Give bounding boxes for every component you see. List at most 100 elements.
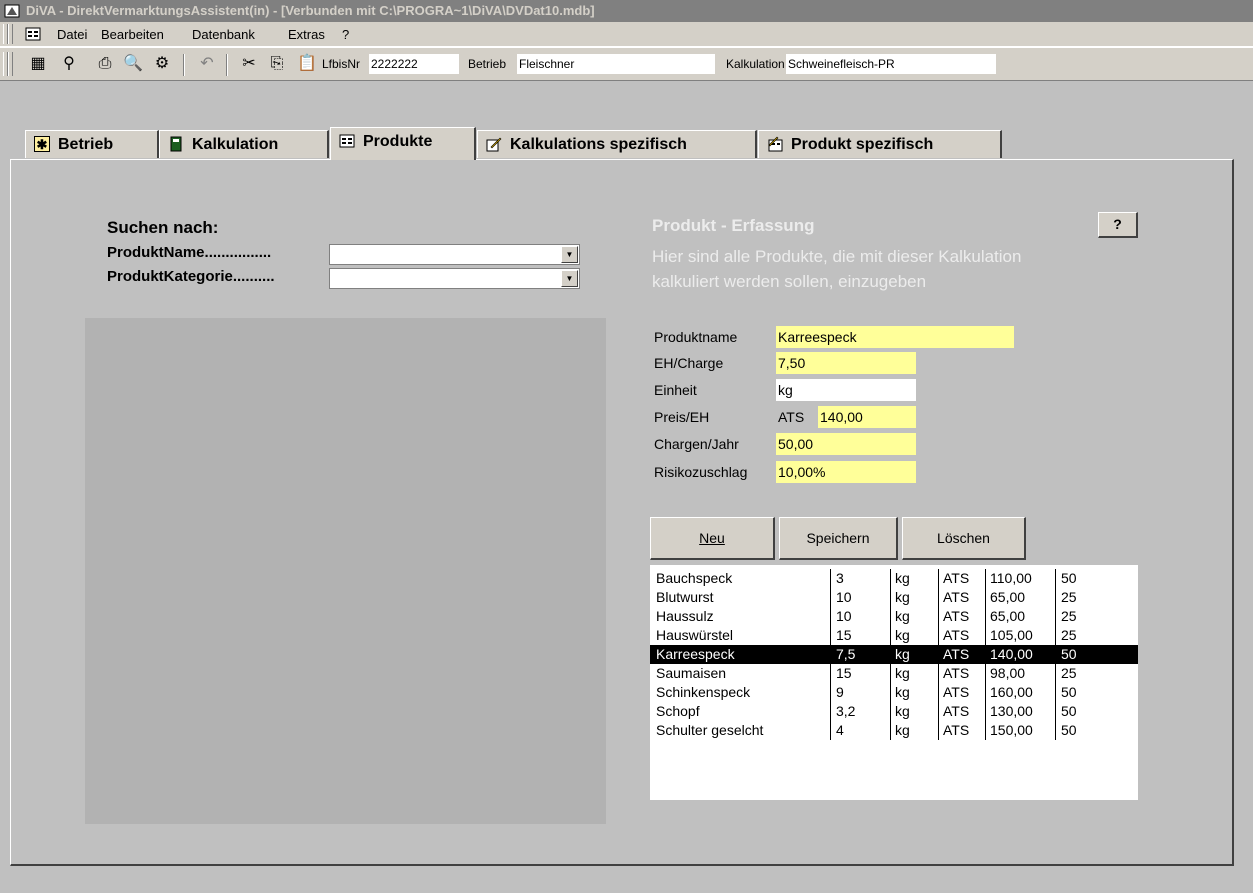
product-batches-cell: 50	[1061, 646, 1077, 662]
window-title: DiVA - DirektVermarktungsAssistent(in) -…	[26, 3, 595, 18]
product-batches-cell: 25	[1061, 627, 1077, 643]
list-item[interactable]: Haussulz 10 kg ATS 65,00 25	[650, 607, 1138, 626]
preis-eh-label: Preis/EH	[654, 409, 710, 425]
undo-icon[interactable]: ↶	[198, 55, 216, 73]
product-qty-cell: 10	[836, 589, 852, 605]
print-icon[interactable]: ⎙	[96, 55, 114, 73]
lfbisnr-field[interactable]: 2222222	[369, 54, 459, 74]
form-description-line2: kalkuliert werden sollen, einzugeben	[652, 272, 927, 291]
list-item[interactable]: Saumaisen 15 kg ATS 98,00 25	[650, 664, 1138, 683]
tab-kalkulation[interactable]: Kalkulation	[159, 130, 329, 158]
list-item[interactable]: Schulter geselcht 4 kg ATS 150,00 50	[650, 721, 1138, 740]
toolbar-separator	[183, 54, 185, 76]
product-price-cell: 65,00	[990, 589, 1026, 605]
column-separator	[890, 569, 891, 740]
product-unit-cell: kg	[895, 589, 910, 605]
copy-icon[interactable]: ⎘	[268, 55, 286, 73]
list-item[interactable]: Schinkenspeck 9 kg ATS 160,00 50	[650, 683, 1138, 702]
cut-icon[interactable]: ✂	[240, 55, 258, 73]
menu-help[interactable]: ?	[342, 27, 349, 42]
lfbisnr-label: LfbisNr	[322, 57, 361, 71]
form-edit-icon	[767, 136, 783, 152]
column-separator	[830, 569, 831, 740]
product-batches-cell: 50	[1061, 722, 1077, 738]
menubar-grip-2[interactable]	[8, 24, 13, 44]
kalkulation-field[interactable]: Schweinefleisch-PR	[786, 54, 996, 74]
product-batches-cell: 50	[1061, 703, 1077, 719]
product-name-cell: Schulter geselcht	[656, 722, 764, 738]
product-currency-cell: ATS	[943, 722, 970, 738]
menu-extras[interactable]: Extras	[288, 27, 325, 42]
speichern-button[interactable]: Speichern	[779, 517, 898, 560]
list-item[interactable]: Blutwurst 10 kg ATS 65,00 25	[650, 588, 1138, 607]
einheit-field[interactable]: kg	[776, 379, 916, 401]
menu-datei[interactable]: Datei	[57, 27, 87, 42]
product-price-cell: 150,00	[990, 722, 1033, 738]
betrieb-field[interactable]: Fleischner	[517, 54, 715, 74]
product-name-cell: Bauchspeck	[656, 570, 733, 586]
tab-kalkulations-spezifisch[interactable]: Kalkulations spezifisch	[477, 130, 757, 158]
toolbar: ▦ ⚲ ⎙ 🔍 ⚙ ↶ ✂ ⎘ 📋 LfbisNr 2222222 Betrie…	[0, 47, 1253, 81]
produktkategorie-search-combo[interactable]: ▼	[329, 268, 580, 289]
search-title: Suchen nach:	[107, 218, 219, 237]
form-description-line1: Hier sind alle Produkte, die mit dieser …	[652, 247, 1022, 266]
chevron-down-icon[interactable]: ▼	[561, 270, 578, 287]
list-item[interactable]: Karreespeck 7,5 kg ATS 140,00 50	[650, 645, 1138, 664]
product-qty-cell: 10	[836, 608, 852, 624]
product-batches-cell: 25	[1061, 608, 1077, 624]
datasheet-icon[interactable]: ▦	[29, 55, 47, 73]
product-currency-cell: ATS	[943, 684, 970, 700]
neu-button[interactable]: Neu	[650, 517, 775, 560]
product-currency-cell: ATS	[943, 589, 970, 605]
print-preview-icon[interactable]: 🔍	[123, 55, 143, 73]
menu-datenbank[interactable]: Datenbank	[192, 27, 255, 42]
help-button[interactable]: ?	[1098, 212, 1138, 238]
eh-charge-field[interactable]: 7,50	[776, 352, 916, 374]
product-batches-cell: 50	[1061, 570, 1077, 586]
product-unit-cell: kg	[895, 570, 910, 586]
list-item[interactable]: Hauswürstel 15 kg ATS 105,00 25	[650, 626, 1138, 645]
book-icon	[168, 136, 184, 152]
product-price-cell: 140,00	[990, 646, 1033, 662]
product-price-cell: 105,00	[990, 627, 1033, 643]
loeschen-button[interactable]: Löschen	[902, 517, 1026, 560]
list-item[interactable]: Schopf 3,2 kg ATS 130,00 50	[650, 702, 1138, 721]
product-currency-cell: ATS	[943, 665, 970, 681]
risikozuschlag-field[interactable]: 10,00%	[776, 461, 916, 483]
column-separator	[938, 569, 939, 740]
product-batches-cell: 25	[1061, 589, 1077, 605]
form-icon[interactable]	[25, 26, 41, 42]
edit-icon	[486, 136, 502, 152]
list-item[interactable]: Bauchspeck 3 kg ATS 110,00 50	[650, 569, 1138, 588]
tab-produkt-spezifisch[interactable]: Produkt spezifisch	[758, 130, 1002, 158]
betrieb-label: Betrieb	[468, 57, 507, 71]
product-price-cell: 110,00	[990, 570, 1032, 586]
chargen-jahr-field[interactable]: 50,00	[776, 433, 916, 455]
product-unit-cell: kg	[895, 608, 910, 624]
product-list[interactable]: Bauchspeck 3 kg ATS 110,00 50 Blutwurst 10 kg ATS…	[650, 565, 1138, 800]
form-icon	[339, 133, 355, 149]
tab-betrieb[interactable]: ✱ Betrieb	[25, 130, 159, 158]
product-unit-cell: kg	[895, 665, 910, 681]
product-currency-cell: ATS	[943, 646, 970, 662]
product-currency-cell: ATS	[943, 627, 970, 643]
product-qty-cell: 3,2	[836, 703, 856, 719]
product-currency-cell: ATS	[943, 570, 970, 586]
produktname-search-combo[interactable]: ▼	[329, 244, 580, 265]
form-heading: Produkt - Erfassung	[652, 216, 815, 235]
menu-bearbeiten[interactable]: Bearbeiten	[101, 27, 164, 42]
paste-icon[interactable]: 📋	[297, 55, 317, 73]
product-unit-cell: kg	[895, 646, 910, 662]
preis-eh-field[interactable]: 140,00	[818, 406, 916, 428]
product-name-cell: Hauswürstel	[656, 627, 734, 643]
search-results-area[interactable]	[85, 318, 606, 824]
chevron-down-icon[interactable]: ▼	[561, 246, 578, 263]
product-price-cell: 98,00	[990, 665, 1026, 681]
properties-icon[interactable]: ⚙	[153, 55, 171, 73]
produktname-label: Produktname	[654, 329, 738, 345]
produktname-field[interactable]: Karreespeck	[776, 326, 1014, 348]
tab-produkte[interactable]: Produkte	[330, 127, 476, 160]
tree-icon[interactable]: ⚲	[60, 55, 78, 73]
toolbar-grip-2[interactable]	[8, 52, 13, 76]
product-batches-cell: 25	[1061, 665, 1077, 681]
